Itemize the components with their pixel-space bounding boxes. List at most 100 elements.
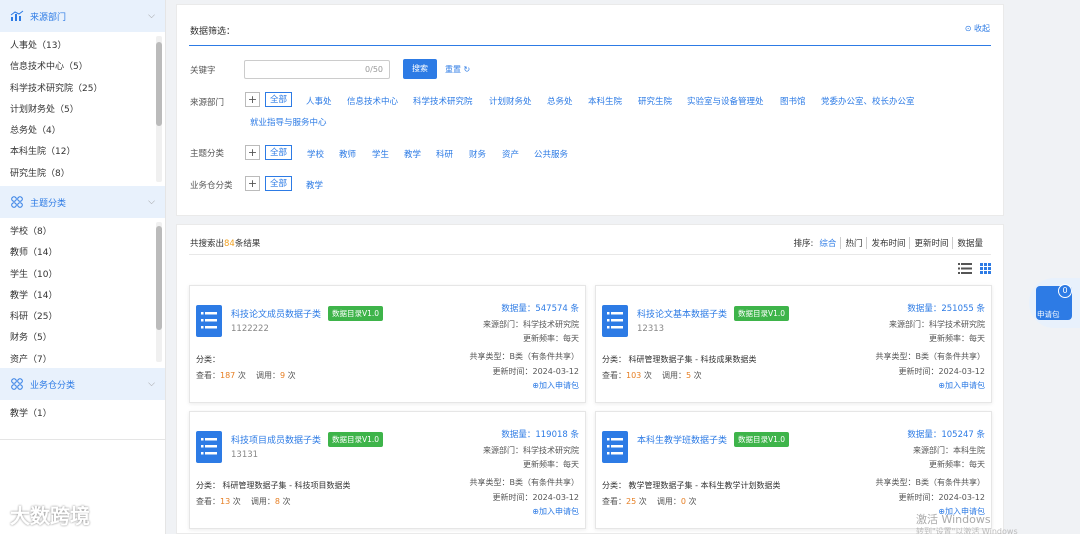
tag-all[interactable]: 全部: [265, 176, 293, 191]
sidebar-item[interactable]: 教师（14）: [0, 243, 165, 264]
card-title[interactable]: 本科生教学班数据子类: [637, 433, 727, 446]
version-badge: 数据目录V1.0: [328, 432, 384, 447]
add-to-package-button[interactable]: ⊕加入申请包: [532, 506, 579, 517]
card-code: 12313: [637, 324, 665, 334]
sort-option[interactable]: 综合: [815, 237, 842, 249]
dept-tag[interactable]: 总务处: [547, 95, 573, 107]
collapse-label: 收起: [974, 24, 990, 33]
tag-all[interactable]: 全部: [265, 145, 293, 160]
chevron-down-icon[interactable]: ⌵: [148, 11, 155, 21]
plus-icon[interactable]: +: [245, 92, 260, 107]
card-title[interactable]: 科技论文基本数据子类: [637, 307, 727, 320]
sidebar-item[interactable]: 教学（1）: [0, 404, 165, 425]
document-icon: [196, 305, 222, 337]
call-label: 调用：: [250, 497, 275, 506]
chevron-down-icon[interactable]: ⌵: [148, 197, 155, 207]
list-view-icon[interactable]: [958, 263, 972, 274]
grid-view-icon[interactable]: [980, 263, 991, 274]
source-dept: 来源部门：科学技术研究院: [483, 320, 579, 329]
plus-icon[interactable]: +: [245, 176, 260, 191]
result-count-number: 84: [224, 239, 235, 249]
sidebar-item[interactable]: 计划财务处（5）: [0, 100, 165, 121]
update-time: 更新时间：2024-03-12: [898, 493, 986, 502]
tag-all[interactable]: 全部: [265, 92, 293, 107]
data-card[interactable]: 科技项目成员数据子类 数据目录V1.0 13131 数据量：119018 条 来…: [189, 411, 586, 529]
dept-tag[interactable]: 信息技术中心: [347, 95, 398, 107]
biz-tag[interactable]: 教学: [306, 179, 323, 191]
topic-tag[interactable]: 教学: [404, 148, 421, 160]
topic-tag[interactable]: 教师: [339, 148, 356, 160]
results-panel: 共搜索出84条结果 排序: 综合 热门 发布时间 更新时间 数据量 科技论文成员…: [176, 224, 1004, 534]
sidebar-list-topic: 学校（8） 教师（14） 学生（10） 教学（14） 科研（25） 财务（5） …: [0, 218, 165, 368]
topic-tag[interactable]: 资产: [502, 148, 519, 160]
sort-option[interactable]: 数据量: [953, 237, 987, 249]
topic-tag[interactable]: 学生: [372, 148, 389, 160]
keyword-input[interactable]: 0/50: [244, 60, 390, 79]
sidebar-item[interactable]: 财务（5）: [0, 328, 165, 349]
dept-tag[interactable]: 实验室与设备管理处: [687, 95, 764, 107]
card-stats: 查看：13 次 调用：8 次: [196, 496, 291, 507]
reset-button[interactable]: 重置 ↻: [445, 64, 470, 75]
add-to-package-button[interactable]: ⊕加入申请包: [938, 380, 985, 391]
sidebar-header-source-dept[interactable]: 来源部门 ⌵: [0, 0, 165, 32]
add-label: 加入申请包: [539, 507, 579, 516]
sort-option[interactable]: 更新时间: [910, 237, 954, 249]
update-time: 更新时间：2024-03-12: [898, 367, 986, 376]
sort-option[interactable]: 发布时间: [867, 237, 911, 249]
dept-tag[interactable]: 人事处: [306, 95, 332, 107]
topic-tag[interactable]: 公共服务: [534, 148, 568, 160]
dept-tag[interactable]: 党委办公室、校长办公室: [821, 95, 915, 107]
chevron-down-icon[interactable]: ⌵: [148, 379, 155, 389]
grid-icon: [11, 196, 23, 208]
card-title[interactable]: 科技论文成员数据子类: [231, 307, 321, 320]
topic-tag[interactable]: 学校: [307, 148, 324, 160]
dept-tag[interactable]: 计划财务处: [489, 95, 532, 107]
scrollbar[interactable]: [156, 222, 162, 362]
card-stats: 查看：187 次 调用：9 次: [196, 370, 296, 381]
dept-tag[interactable]: 研究生院: [638, 95, 672, 107]
dept-tag[interactable]: 图书馆: [780, 95, 806, 107]
sidebar-item[interactable]: 科研（25）: [0, 307, 165, 328]
call-count: 5: [686, 371, 692, 380]
sidebar-item[interactable]: 学校（8）: [0, 222, 165, 243]
call-label: 调用：: [662, 371, 686, 380]
add-to-package-button[interactable]: ⊕加入申请包: [532, 380, 579, 391]
card-title[interactable]: 科技项目成员数据子类: [231, 433, 321, 446]
sidebar-item[interactable]: 人事处（13）: [0, 36, 165, 57]
sidebar-item[interactable]: 本科生院（12）: [0, 142, 165, 163]
scrollbar-thumb[interactable]: [156, 226, 162, 330]
topic-tag[interactable]: 科研: [436, 148, 453, 160]
data-card[interactable]: 科技论文基本数据子类 数据目录V1.0 12313 数据量：251055 条 来…: [595, 285, 992, 403]
apply-package-button[interactable]: 0 申请包: [1029, 278, 1080, 328]
sidebar-item[interactable]: 信息技术中心（5）: [0, 57, 165, 78]
data-count: 数据量：119018 条: [501, 430, 579, 440]
filter-panel: 数据筛选： ⊙ 收起 关键字 0/50 搜索 重置 ↻ 来源部门 + 全部 人事…: [176, 4, 1004, 216]
sort-bar: 排序: 综合 热门 发布时间 更新时间 数据量: [790, 237, 987, 249]
keyword-label: 关键字: [190, 66, 216, 76]
sidebar-item[interactable]: 科学技术研究院（25）: [0, 79, 165, 100]
scrollbar[interactable]: [156, 36, 162, 182]
unit: 次: [282, 497, 291, 506]
plus-icon[interactable]: +: [245, 145, 260, 160]
sidebar-header-topic[interactable]: 主题分类 ⌵: [0, 186, 165, 218]
topic-tag[interactable]: 财务: [469, 148, 486, 160]
unit: 次: [693, 371, 702, 380]
share-type: 共享类型：B类（有条件共享）: [875, 352, 986, 361]
collapse-button[interactable]: ⊙ 收起: [965, 23, 990, 34]
sidebar-item[interactable]: 总务处（4）: [0, 121, 165, 142]
sidebar: 来源部门 ⌵ 人事处（13） 信息技术中心（5） 科学技术研究院（25） 计划财…: [0, 0, 166, 534]
sort-option[interactable]: 热门: [841, 237, 868, 249]
sidebar-item[interactable]: 研究生院（8）: [0, 164, 165, 185]
search-button[interactable]: 搜索: [403, 59, 437, 79]
scrollbar-thumb[interactable]: [156, 42, 162, 126]
dept-tag[interactable]: 本科生院: [588, 95, 622, 107]
windows-activation-text: 激活 Windows: [916, 513, 991, 526]
sidebar-header-business[interactable]: 业务仓分类 ⌵: [0, 368, 165, 400]
dept-tag[interactable]: 就业指导与服务中心: [250, 116, 327, 128]
add-label: 加入申请包: [539, 381, 579, 390]
dept-tag[interactable]: 科学技术研究院: [413, 95, 473, 107]
data-card[interactable]: 科技论文成员数据子类 数据目录V1.0 1122222 数据量：547574 条…: [189, 285, 586, 403]
sidebar-item[interactable]: 学生（10）: [0, 265, 165, 286]
sidebar-item[interactable]: 教学（14）: [0, 286, 165, 307]
sidebar-item[interactable]: 资产（7）: [0, 350, 165, 368]
